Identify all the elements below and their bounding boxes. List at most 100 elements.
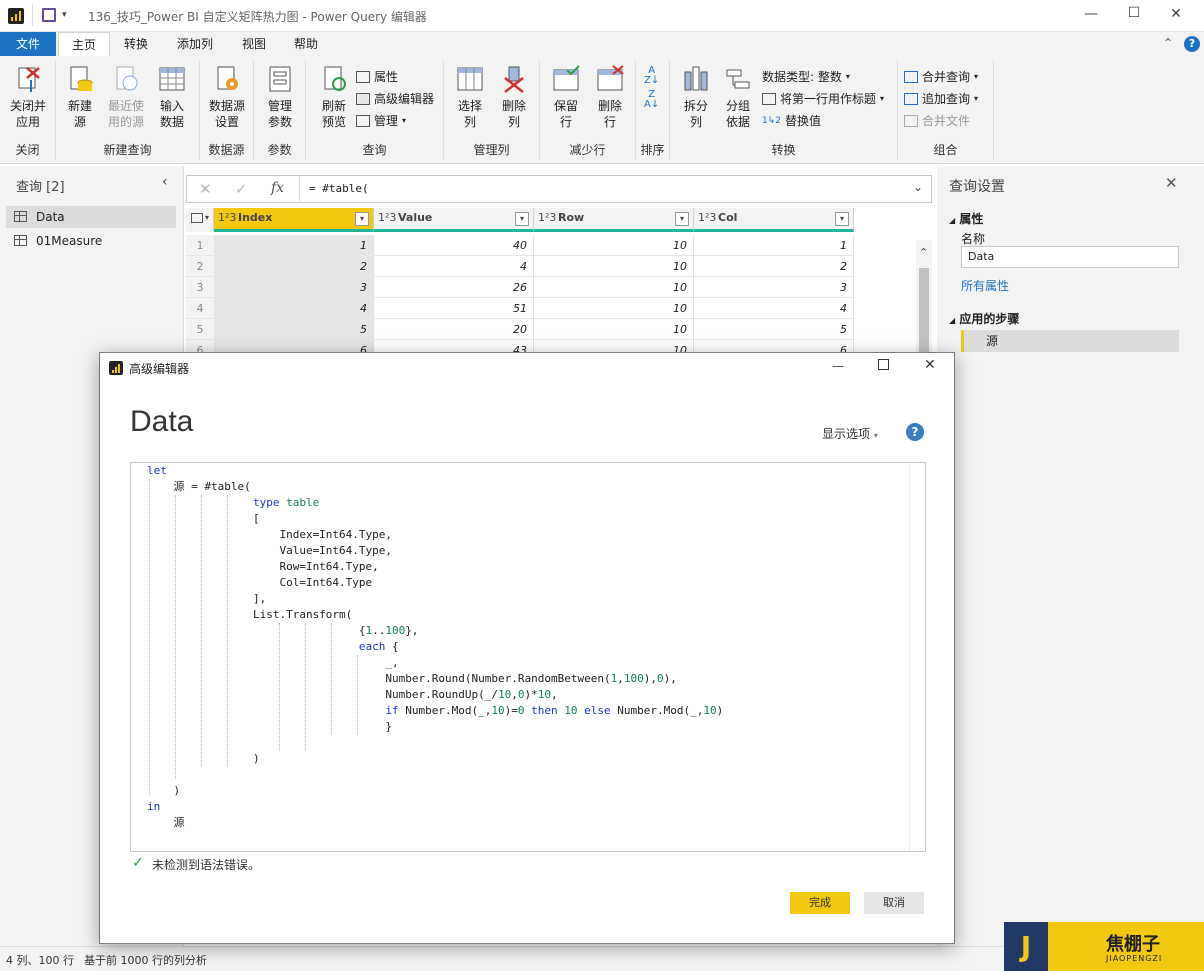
merge-queries-button[interactable]: 合并查询 ▾	[904, 68, 978, 85]
row-number[interactable]: 4	[186, 298, 214, 319]
append-queries-button[interactable]: 追加查询 ▾	[904, 90, 978, 107]
remove-rows-button[interactable]: 删除 行	[588, 62, 632, 130]
tab-file[interactable]: 文件	[0, 32, 56, 56]
dialog-minimize-icon[interactable]: —	[832, 359, 844, 373]
combine-files-button[interactable]: 合并文件	[904, 112, 970, 129]
table-menu-icon[interactable]: ▾	[186, 208, 214, 232]
filter-dropdown-icon[interactable]: ▾	[515, 212, 529, 226]
remove-columns-button[interactable]: 删除 列	[492, 62, 536, 130]
manage-parameters-button[interactable]: 管理 参数	[258, 62, 302, 130]
row-number[interactable]: 5	[186, 319, 214, 340]
enter-data-button[interactable]: 输入 数据	[152, 62, 192, 130]
table-cell[interactable]: 10	[534, 235, 694, 256]
column-header-index[interactable]: 1²3 Index ▾	[214, 208, 374, 232]
tab-transform[interactable]: 转换	[116, 32, 156, 56]
table-cell[interactable]: 10	[534, 298, 694, 319]
table-header-icon	[762, 92, 776, 105]
table-cell[interactable]: 1	[694, 235, 854, 256]
data-source-settings-button[interactable]: 数据源 设置	[204, 62, 250, 130]
refresh-preview-button[interactable]: 刷新 预览	[312, 62, 356, 130]
save-icon[interactable]	[42, 8, 56, 22]
sort-ascending-icon[interactable]: A Z↓	[644, 66, 659, 86]
choose-columns-button[interactable]: 选择 列	[448, 62, 492, 130]
table-cell[interactable]: 10	[534, 277, 694, 298]
row-number[interactable]: 3	[186, 277, 214, 298]
all-properties-link[interactable]: 所有属性	[961, 277, 1009, 294]
cancel-formula-icon[interactable]: ✕	[199, 180, 212, 198]
keep-rows-button[interactable]: 保留 行	[544, 62, 588, 130]
table-cell[interactable]: 51	[374, 298, 534, 319]
properties-section[interactable]: ◢ 属性	[949, 210, 983, 227]
refresh-preview-label: 刷新 预览	[321, 99, 346, 129]
filter-dropdown-icon[interactable]: ▾	[835, 212, 849, 226]
grid-scrollbar[interactable]: ⌃	[916, 240, 932, 352]
table-cell[interactable]: 10	[534, 256, 694, 277]
quick-access-dropdown-icon[interactable]: ▾	[62, 10, 67, 20]
sort-descending-icon[interactable]: Z A↓	[644, 90, 659, 110]
table-cell[interactable]: 2	[694, 256, 854, 277]
filter-dropdown-icon[interactable]: ▾	[675, 212, 689, 226]
recent-sources-button[interactable]: 最近使 用的源	[102, 62, 150, 130]
dialog-close-icon[interactable]: ✕	[924, 357, 936, 373]
status-column-profiling[interactable]: 基于前 1000 行的列分析	[84, 952, 207, 968]
cancel-button[interactable]: 取消	[864, 892, 924, 914]
scrollbar-thumb[interactable]	[919, 268, 929, 352]
close-apply-button[interactable]: 关闭并 应用	[4, 62, 52, 130]
done-button[interactable]: 完成	[790, 892, 850, 914]
dialog-maximize-icon[interactable]	[878, 359, 889, 370]
table-cell[interactable]: 26	[374, 277, 534, 298]
use-first-row-button[interactable]: 将第一行用作标题 ▾	[762, 90, 884, 107]
table-cell[interactable]: 2	[214, 256, 374, 277]
filter-dropdown-icon[interactable]: ▾	[355, 212, 369, 226]
column-header-row[interactable]: 1²3 Row ▾	[534, 208, 694, 232]
minimize-icon[interactable]: —	[1081, 6, 1101, 26]
applied-steps-section[interactable]: ◢ 应用的步骤	[949, 310, 1019, 327]
code-editor[interactable]: let 源 = #table( type table [ Index=Int64…	[130, 462, 926, 852]
group-by-button[interactable]: 分组 依据	[718, 62, 758, 130]
row-number[interactable]: 1	[186, 235, 214, 256]
data-type-dropdown[interactable]: 数据类型: 整数 ▾	[762, 68, 850, 85]
query-item-data[interactable]: Data	[6, 206, 176, 228]
column-header-col[interactable]: 1²3 Col ▾	[694, 208, 854, 232]
table-cell[interactable]: 1	[214, 235, 374, 256]
table-cell[interactable]: 10	[534, 319, 694, 340]
editor-scrollbar[interactable]	[909, 463, 925, 851]
table-cell[interactable]: 5	[694, 319, 854, 340]
table-cell[interactable]: 4	[374, 256, 534, 277]
table-cell[interactable]: 5	[214, 319, 374, 340]
close-pane-icon[interactable]: ✕	[1165, 174, 1178, 192]
table-cell[interactable]: 40	[374, 235, 534, 256]
maximize-icon[interactable]: ☐	[1124, 5, 1144, 25]
confirm-formula-icon[interactable]: ✓	[235, 180, 248, 198]
advanced-editor-button[interactable]: 高级编辑器	[356, 90, 434, 107]
new-source-button[interactable]: 新建 源	[60, 62, 100, 130]
properties-button[interactable]: 属性	[356, 68, 398, 85]
row-number[interactable]: 2	[186, 256, 214, 277]
tab-view[interactable]: 视图	[234, 32, 274, 56]
formula-input[interactable]: = #table(	[309, 182, 369, 195]
help-icon[interactable]: ?	[1184, 36, 1200, 52]
table-cell[interactable]: 3	[214, 277, 374, 298]
tab-home[interactable]: 主页	[58, 32, 110, 56]
table-cell[interactable]: 4	[694, 298, 854, 319]
query-item-01measure[interactable]: 01Measure	[6, 230, 176, 252]
tab-add-column[interactable]: 添加列	[170, 32, 220, 56]
display-options-dropdown[interactable]: 显示选项 ▾	[822, 425, 878, 442]
fx-icon[interactable]: fx	[271, 180, 284, 196]
dialog-help-icon[interactable]: ?	[906, 423, 924, 441]
replace-values-button[interactable]: 1↳2 替换值	[762, 112, 821, 129]
scroll-up-icon[interactable]: ⌃	[919, 246, 928, 259]
column-header-value[interactable]: 1²3 Value ▾	[374, 208, 534, 232]
collapse-ribbon-icon[interactable]: ⌃	[1163, 36, 1173, 50]
split-column-button[interactable]: 拆分 列	[676, 62, 716, 130]
tab-help[interactable]: 帮助	[286, 32, 326, 56]
table-cell[interactable]: 3	[694, 277, 854, 298]
table-cell[interactable]: 20	[374, 319, 534, 340]
collapse-pane-icon[interactable]: ‹	[162, 174, 168, 190]
expand-formula-icon[interactable]: ⌄	[913, 180, 923, 194]
query-name-input[interactable]: Data	[961, 246, 1179, 268]
table-cell[interactable]: 4	[214, 298, 374, 319]
close-icon[interactable]: ✕	[1166, 6, 1186, 26]
step-source[interactable]: 源	[961, 330, 1179, 352]
manage-button[interactable]: 管理 ▾	[356, 112, 406, 129]
